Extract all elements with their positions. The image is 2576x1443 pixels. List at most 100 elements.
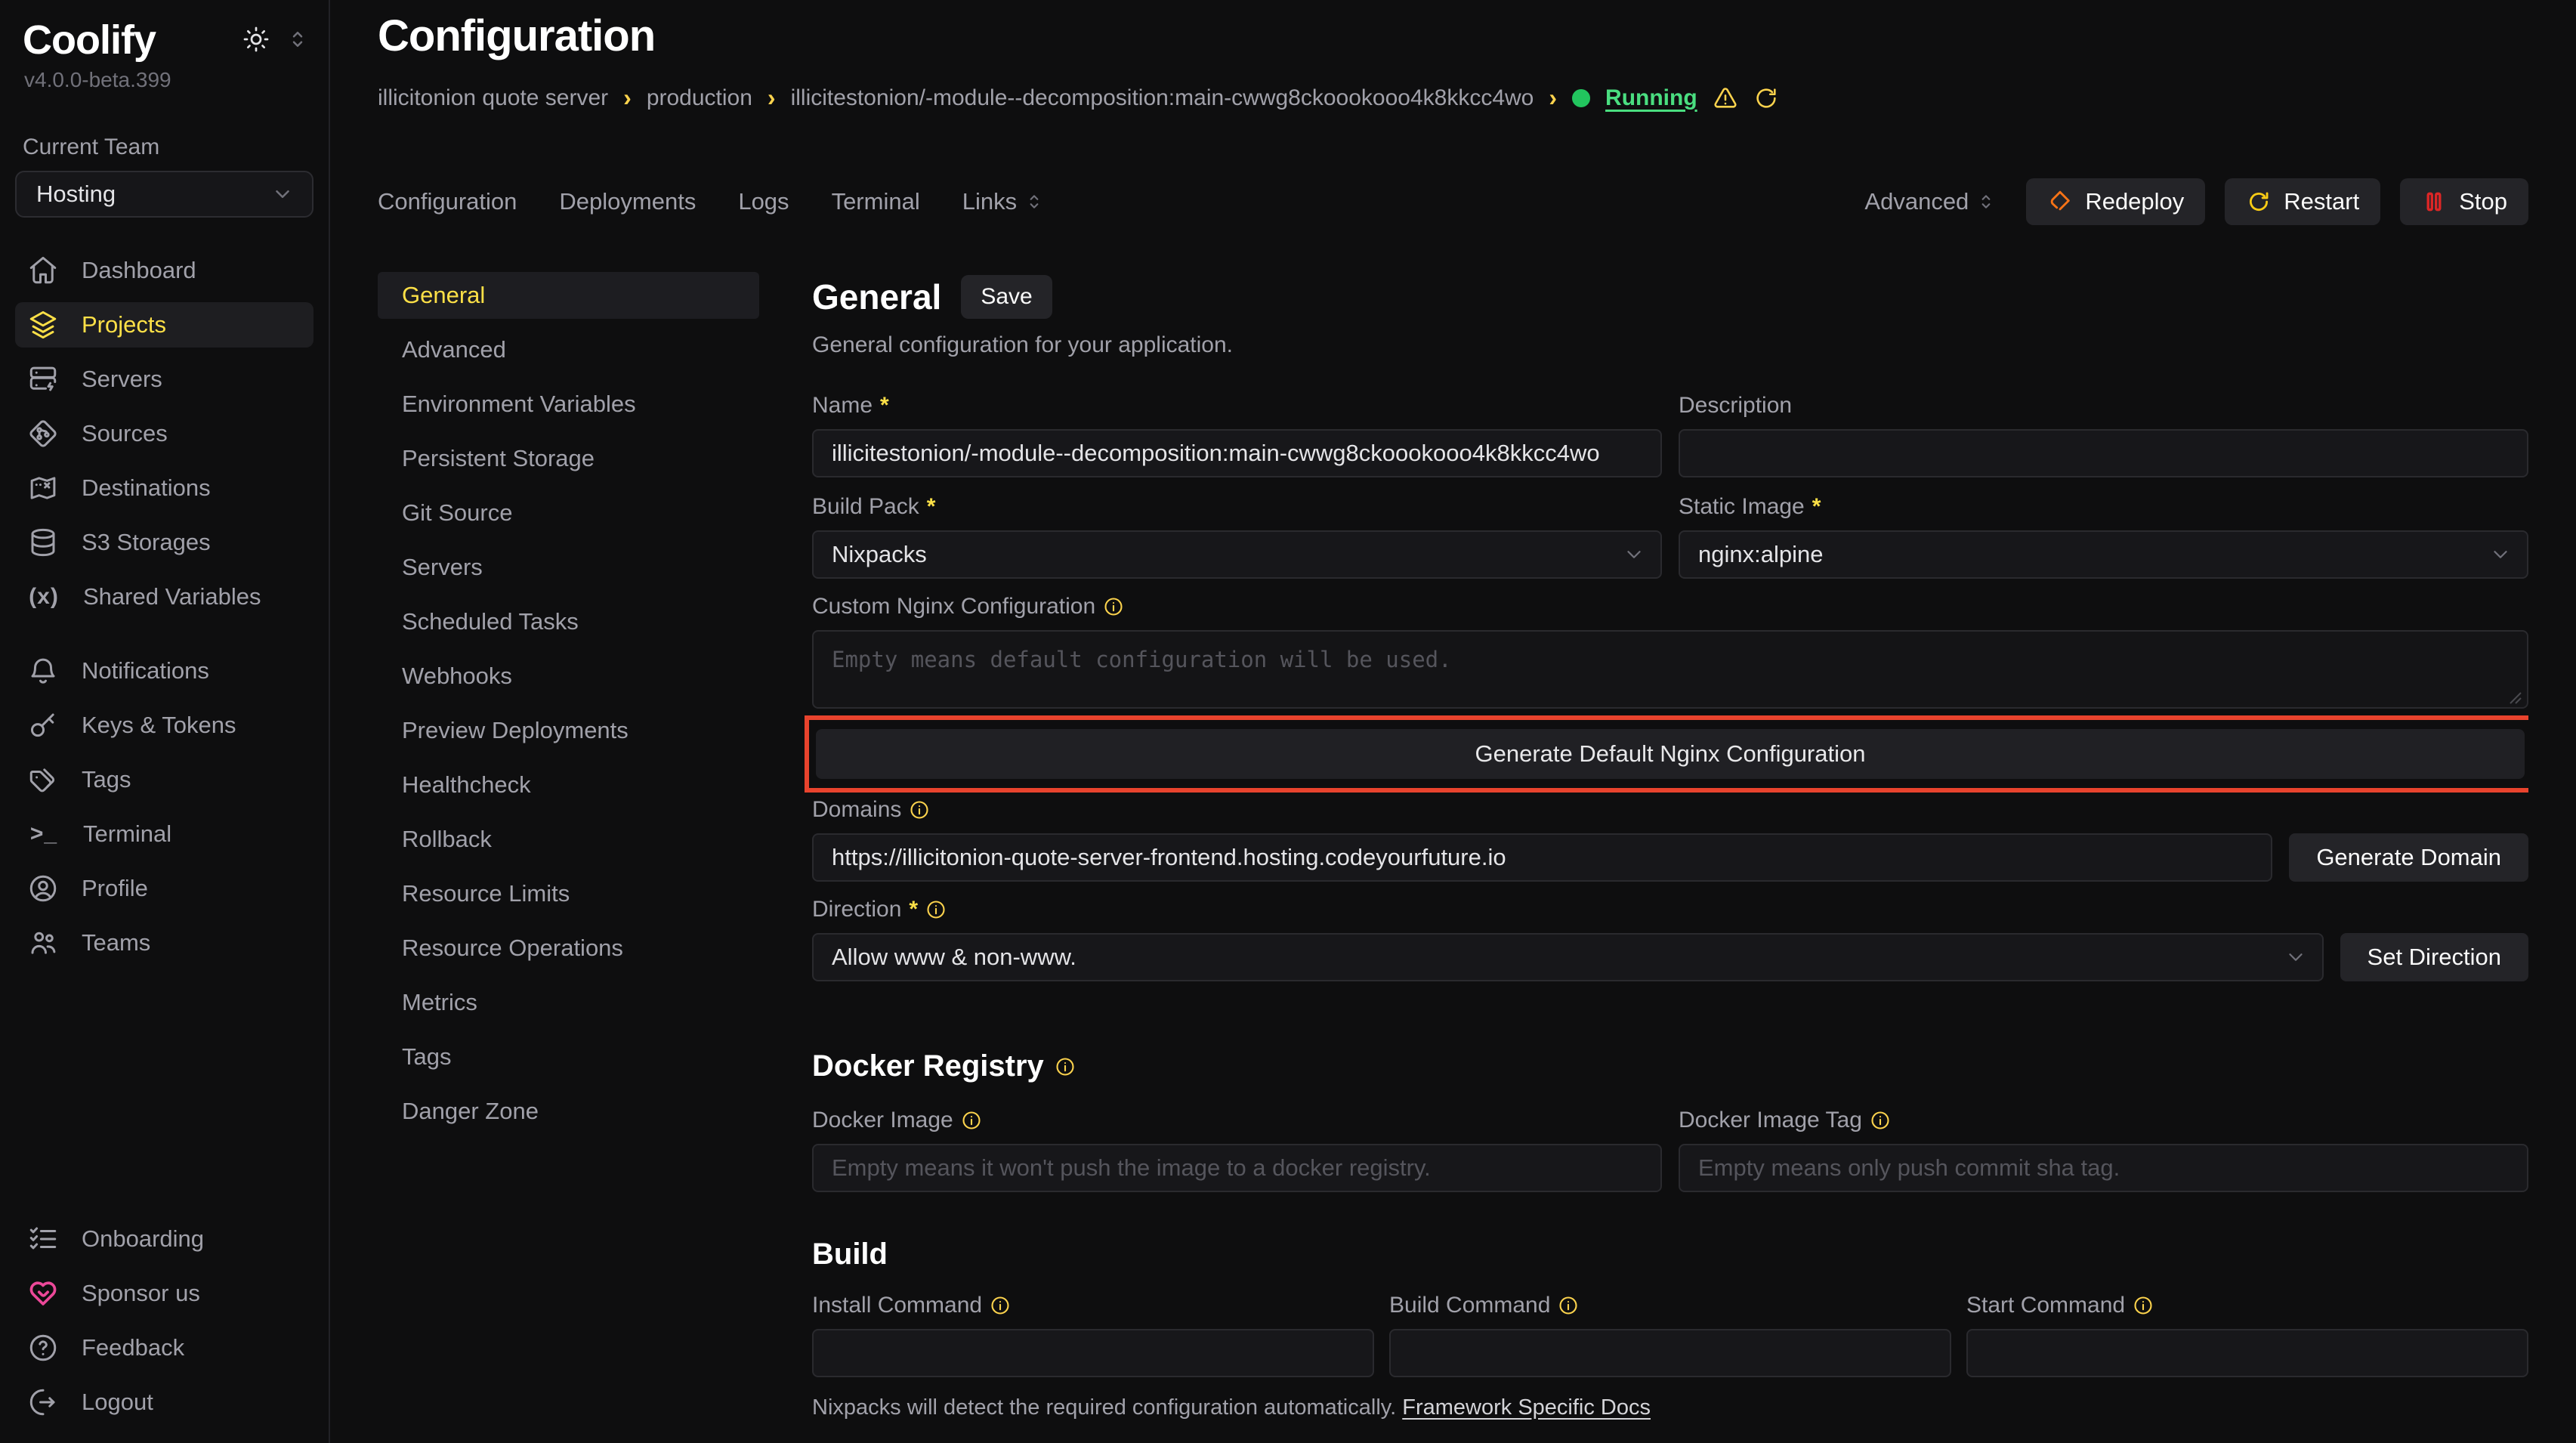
name-input[interactable] <box>812 429 1662 477</box>
description-input[interactable] <box>1679 429 2528 477</box>
tab-deployments[interactable]: Deployments <box>559 188 696 215</box>
direction-select[interactable]: Allow www & non-www. <box>812 933 2324 981</box>
submenu-item-tags[interactable]: Tags <box>378 1034 759 1080</box>
redeploy-button[interactable]: Redeploy <box>2026 178 2205 225</box>
annotation-highlight: Generate Default Nginx Configuration <box>805 715 2528 793</box>
sidebar-item-profile[interactable]: Profile <box>15 866 314 911</box>
advanced-label: Advanced <box>1864 188 1969 215</box>
chevrons-up-down-icon <box>1976 192 1996 212</box>
domains-input[interactable] <box>812 833 2272 882</box>
header-actions: Advanced Redeploy Restart Stop <box>1864 178 2528 225</box>
info-icon <box>990 1295 1011 1316</box>
custom-nginx-textarea[interactable] <box>812 630 2528 709</box>
submenu-item-servers[interactable]: Servers <box>378 544 759 591</box>
submenu-item-danger-zone[interactable]: Danger Zone <box>378 1088 759 1135</box>
sidebar-item-servers[interactable]: Servers <box>15 357 314 402</box>
sidebar-item-onboarding[interactable]: Onboarding <box>15 1216 314 1262</box>
users-icon <box>27 927 59 959</box>
submenu-item-healthcheck[interactable]: Healthcheck <box>378 762 759 808</box>
chevron-down-icon <box>2284 946 2307 969</box>
restart-button[interactable]: Restart <box>2225 178 2380 225</box>
install-command-input[interactable] <box>812 1329 1374 1377</box>
submenu-item-general[interactable]: General <box>378 272 759 319</box>
generate-domain-button[interactable]: Generate Domain <box>2289 833 2528 882</box>
sidebar-item-teams[interactable]: Teams <box>15 920 314 966</box>
main-area: Configuration illicitonion quote server … <box>330 0 2576 1443</box>
sidebar-item-feedback[interactable]: Feedback <box>15 1325 314 1370</box>
tab-configuration[interactable]: Configuration <box>378 188 517 215</box>
direction-label: Direction <box>812 897 901 922</box>
redeploy-label: Redeploy <box>2085 188 2184 215</box>
sidebar-item-s3-storages[interactable]: S3 Storages <box>15 520 314 565</box>
sidebar-item-destinations[interactable]: Destinations <box>15 465 314 511</box>
user-circle-icon <box>27 873 59 904</box>
generate-nginx-button[interactable]: Generate Default Nginx Configuration <box>816 729 2525 779</box>
framework-docs-link[interactable]: Framework Specific Docs <box>1402 1395 1651 1420</box>
stop-button[interactable]: Stop <box>2400 178 2528 225</box>
build-pack-value: Nixpacks <box>832 541 927 568</box>
refresh-icon[interactable] <box>1753 85 1779 111</box>
tab-logs[interactable]: Logs <box>738 188 789 215</box>
static-image-select[interactable]: nginx:alpine <box>1679 530 2528 579</box>
section-title: General <box>812 277 941 317</box>
start-command-input[interactable] <box>1966 1329 2528 1377</box>
resize-grip-icon[interactable] <box>2509 691 2522 705</box>
docker-registry-heading: Docker Registry <box>812 1049 1044 1083</box>
advanced-dropdown[interactable]: Advanced <box>1864 188 1996 215</box>
chevrons-up-down-icon[interactable] <box>286 28 309 51</box>
submenu-item-scheduled-tasks[interactable]: Scheduled Tasks <box>378 598 759 645</box>
docker-image-tag-input[interactable] <box>1679 1144 2528 1192</box>
sidebar-item-dashboard[interactable]: Dashboard <box>15 248 314 293</box>
sidebar-nav: Dashboard Projects Servers Sources Desti… <box>15 248 314 1425</box>
warning-icon[interactable] <box>1713 85 1738 111</box>
build-command-label: Build Command <box>1389 1293 1550 1318</box>
submenu-item-environment-variables[interactable]: Environment Variables <box>378 381 759 428</box>
breadcrumb: illicitonion quote server › production ›… <box>378 84 2528 112</box>
set-direction-button[interactable]: Set Direction <box>2340 933 2528 981</box>
restart-label: Restart <box>2284 188 2359 215</box>
sidebar-item-terminal[interactable]: >_ Terminal <box>15 811 314 857</box>
logout-icon <box>27 1386 59 1418</box>
build-pack-select[interactable]: Nixpacks <box>812 530 1662 579</box>
sidebar-item-projects[interactable]: Projects <box>15 302 314 348</box>
static-image-label: Static Image <box>1679 494 1805 520</box>
status-badge[interactable]: Running <box>1605 85 1697 111</box>
tab-terminal[interactable]: Terminal <box>832 188 920 215</box>
submenu-item-preview-deployments[interactable]: Preview Deployments <box>378 707 759 754</box>
sidebar-item-tags[interactable]: Tags <box>15 757 314 802</box>
layers-icon <box>27 309 59 341</box>
tabs: Configuration Deployments Logs Terminal … <box>378 188 1044 215</box>
coolify-app: Coolify v4.0.0-beta.399 Current Team Hos… <box>0 0 2576 1443</box>
sidebar-item-shared-variables[interactable]: (x) Shared Variables <box>15 574 314 620</box>
save-button[interactable]: Save <box>961 275 1052 319</box>
submenu-item-metrics[interactable]: Metrics <box>378 979 759 1026</box>
sidebar-item-keys-tokens[interactable]: Keys & Tokens <box>15 703 314 748</box>
sidebar-item-label: Sponsor us <box>82 1280 200 1307</box>
breadcrumb-application[interactable]: illicitestonion/-module--decomposition:m… <box>791 85 1534 111</box>
submenu-item-persistent-storage[interactable]: Persistent Storage <box>378 435 759 482</box>
sidebar-item-notifications[interactable]: Notifications <box>15 648 314 694</box>
sidebar-item-label: Keys & Tokens <box>82 712 236 739</box>
submenu-item-resource-operations[interactable]: Resource Operations <box>378 925 759 972</box>
sidebar-item-label: Sources <box>82 420 168 447</box>
sidebar-item-logout[interactable]: Logout <box>15 1380 314 1425</box>
breadcrumb-environment[interactable]: production <box>647 85 752 111</box>
sidebar-item-sources[interactable]: Sources <box>15 411 314 456</box>
chevrons-up-down-icon <box>1024 192 1044 212</box>
submenu-item-resource-limits[interactable]: Resource Limits <box>378 870 759 917</box>
team-select[interactable]: Hosting <box>15 171 314 218</box>
team-select-value: Hosting <box>36 181 116 208</box>
sidebar-item-sponsor[interactable]: Sponsor us <box>15 1271 314 1316</box>
submenu-item-advanced[interactable]: Advanced <box>378 326 759 373</box>
redeploy-icon <box>2047 189 2073 215</box>
required-asterisk: * <box>880 393 889 419</box>
tab-links[interactable]: Links <box>962 188 1044 215</box>
build-command-input[interactable] <box>1389 1329 1951 1377</box>
docker-image-input[interactable] <box>812 1144 1662 1192</box>
submenu-item-webhooks[interactable]: Webhooks <box>378 653 759 700</box>
braces-x-icon: (x) <box>27 584 60 610</box>
breadcrumb-project[interactable]: illicitonion quote server <box>378 85 608 111</box>
submenu-item-rollback[interactable]: Rollback <box>378 816 759 863</box>
sun-icon[interactable] <box>242 26 270 53</box>
submenu-item-git-source[interactable]: Git Source <box>378 490 759 536</box>
